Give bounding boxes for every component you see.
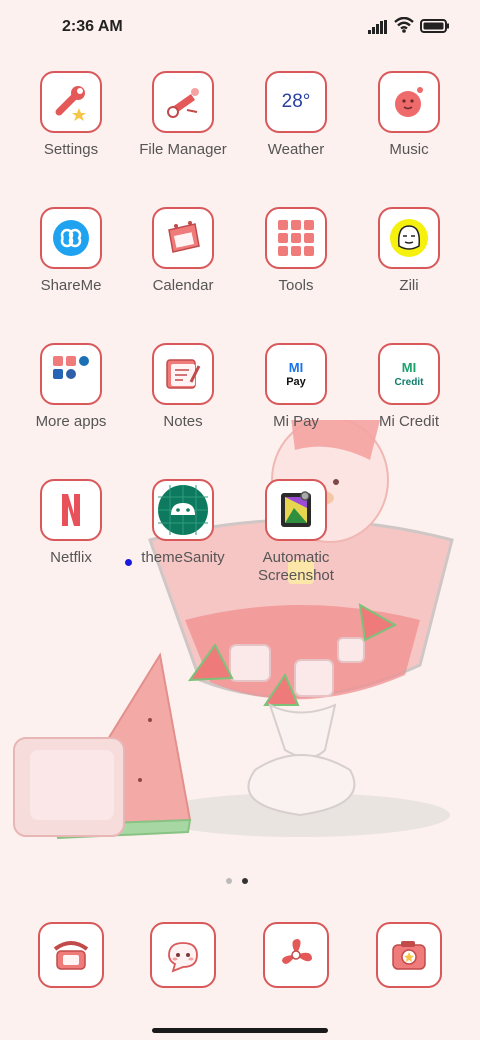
- app-shareme[interactable]: ShareMe: [15, 207, 127, 295]
- app-label: Mi Pay: [273, 413, 319, 430]
- app-themesanity[interactable]: themeSanity: [125, 479, 239, 567]
- camera-icon: [376, 922, 442, 988]
- dock-camera[interactable]: [353, 922, 465, 988]
- android-icon: [152, 479, 214, 541]
- music-icon: [378, 71, 440, 133]
- mi-pay-icon: MI Pay: [265, 343, 327, 405]
- screenshot-icon: [265, 479, 327, 541]
- app-label: themeSanity: [141, 549, 225, 566]
- app-tools[interactable]: Tools: [240, 207, 352, 295]
- app-label: Tools: [278, 277, 314, 294]
- app-label: Zili: [399, 277, 419, 294]
- phone-icon: [38, 922, 104, 988]
- settings-icon: [40, 71, 102, 133]
- weather-temp: 28°: [281, 91, 311, 112]
- fan-icon: [263, 922, 329, 988]
- weather-icon: 28°: [265, 71, 327, 133]
- page-indicator[interactable]: [226, 878, 248, 884]
- app-mi-pay[interactable]: MI Pay Mi Pay: [240, 343, 352, 431]
- file-manager-icon: [152, 71, 214, 133]
- home-indicator[interactable]: [152, 1028, 328, 1033]
- app-label: File Manager: [139, 141, 227, 158]
- app-file-manager[interactable]: File Manager: [127, 71, 239, 159]
- app-label: Mi Credit: [378, 413, 439, 430]
- page-dot-1: [226, 878, 232, 884]
- app-label: Settings: [43, 141, 99, 158]
- app-more-apps[interactable]: More apps: [15, 343, 127, 431]
- messages-icon: [150, 922, 216, 988]
- page-dot-2: [242, 878, 248, 884]
- app-settings[interactable]: Settings: [15, 71, 127, 159]
- svg-text:MI: MI: [402, 360, 416, 375]
- netflix-icon: [40, 479, 102, 541]
- app-label: Automatic Screenshot: [258, 549, 334, 584]
- svg-text:MI: MI: [289, 360, 303, 375]
- app-automatic-screenshot[interactable]: Automatic Screenshot: [240, 479, 352, 585]
- signal-icon: [368, 20, 387, 34]
- app-music[interactable]: Music: [353, 71, 465, 159]
- mi-credit-icon: MI Credit: [378, 343, 440, 405]
- app-label: Netflix: [50, 549, 92, 566]
- calendar-icon: [152, 207, 214, 269]
- tools-folder-icon: [265, 207, 327, 269]
- app-mi-credit[interactable]: MI Credit Mi Credit: [353, 343, 465, 431]
- zili-icon: [378, 207, 440, 269]
- dock-phone[interactable]: [15, 922, 127, 988]
- dock-messages[interactable]: [127, 922, 239, 988]
- app-label: Notes: [163, 413, 203, 430]
- app-label: Music: [389, 141, 429, 158]
- more-apps-folder-icon: [40, 343, 102, 405]
- app-netflix[interactable]: Netflix: [15, 479, 127, 567]
- app-zili[interactable]: Zili: [353, 207, 465, 295]
- svg-text:Pay: Pay: [286, 376, 306, 388]
- app-label: Weather: [267, 141, 325, 158]
- app-label: ShareMe: [40, 277, 102, 294]
- wifi-icon: [394, 17, 414, 33]
- battery-icon: [420, 19, 449, 33]
- app-label: More apps: [35, 413, 107, 430]
- app-weather[interactable]: 28° Weather: [240, 71, 352, 159]
- app-notes[interactable]: Notes: [127, 343, 239, 431]
- shareme-icon: [40, 207, 102, 269]
- notes-icon: [152, 343, 214, 405]
- app-label: Calendar: [152, 277, 214, 294]
- dock-fan[interactable]: [240, 922, 352, 988]
- svg-text:Credit: Credit: [395, 377, 425, 388]
- app-calendar[interactable]: Calendar: [127, 207, 239, 295]
- status-bar: 2:36 AM: [0, 0, 480, 56]
- status-time: 2:36 AM: [62, 18, 123, 35]
